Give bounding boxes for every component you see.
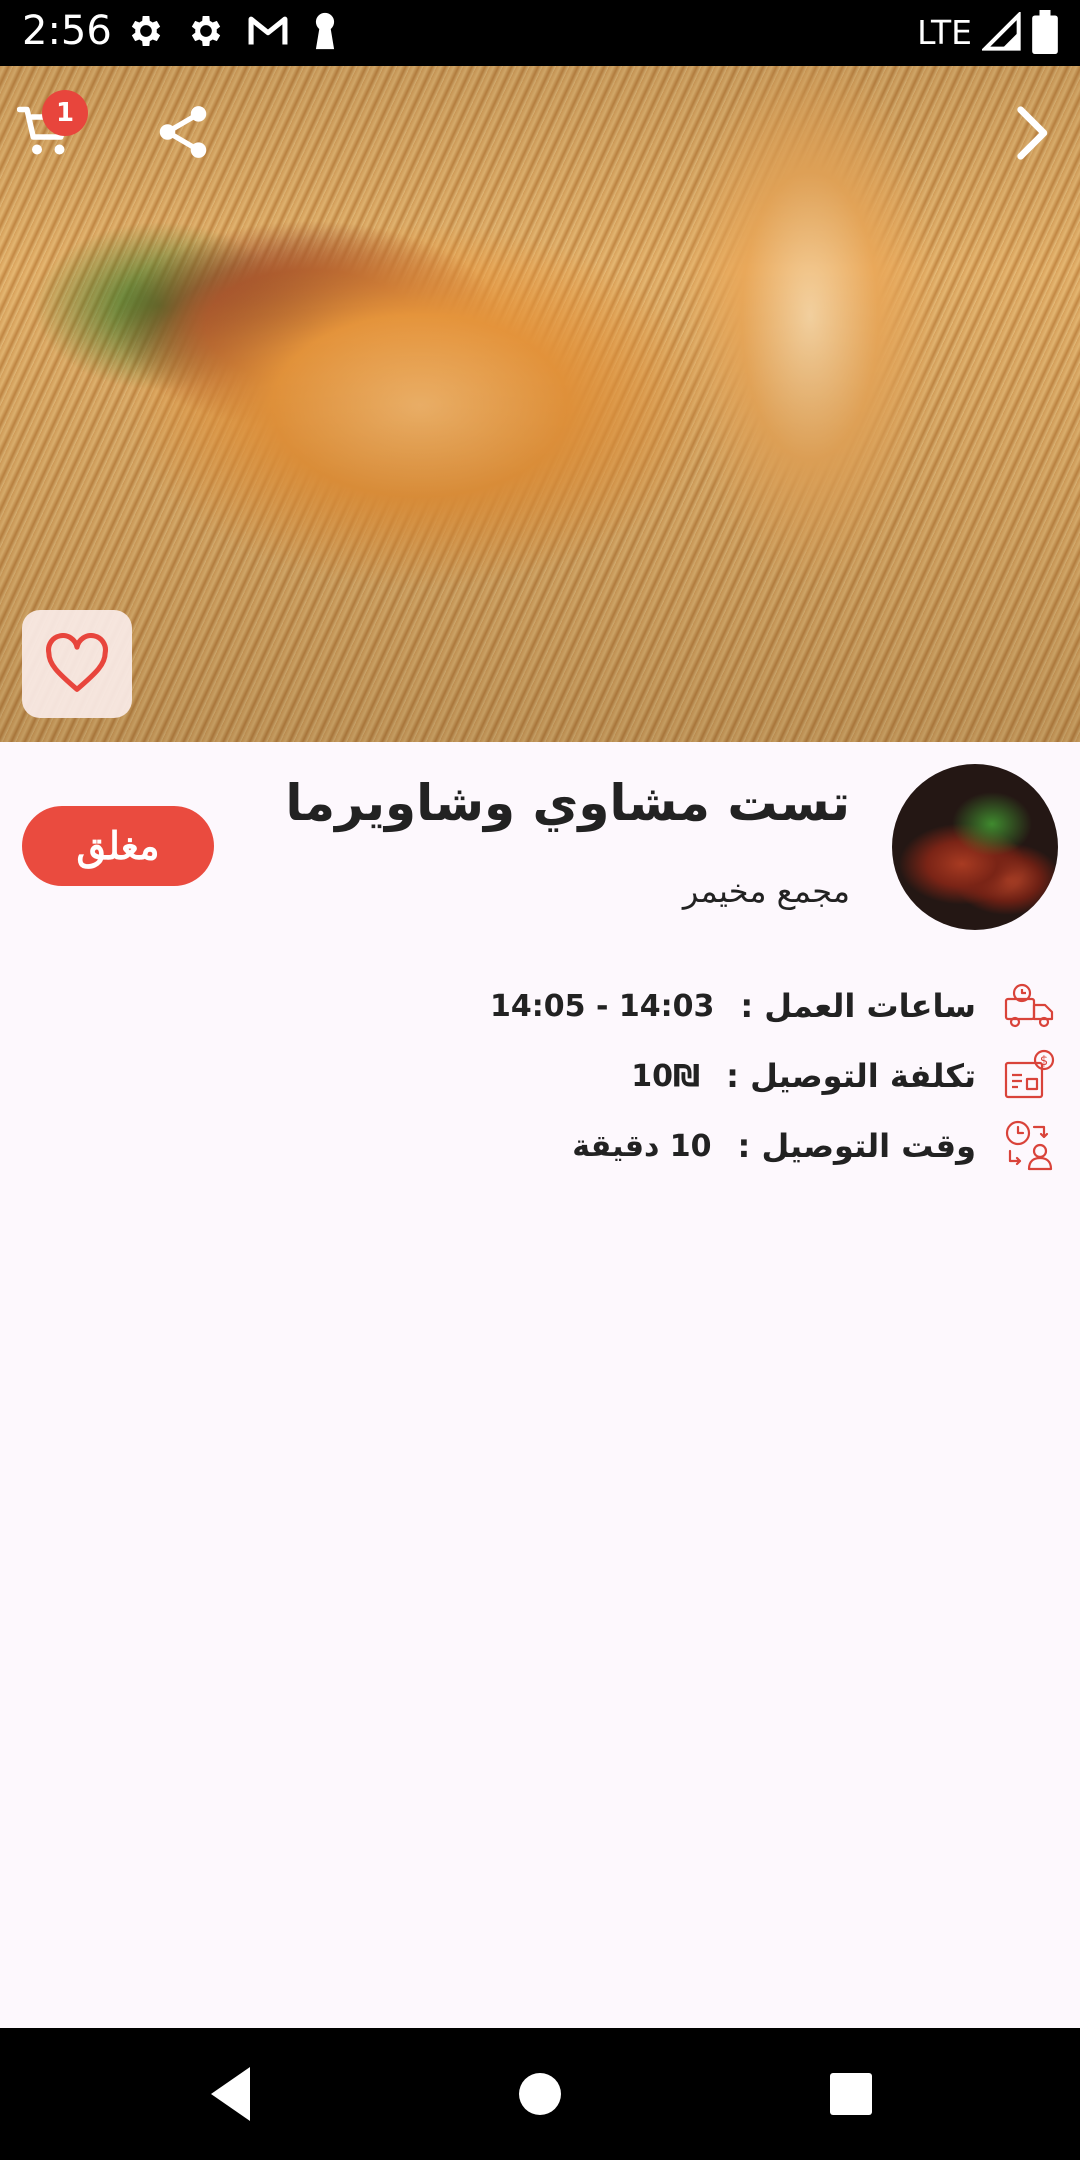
info-row-delivery-cost: $ تكلفة التوصيل : 10₪ [58,1046,1058,1106]
status-system-icons: LTE [917,10,1058,54]
delivery-time-icon [1005,1120,1053,1171]
status-bar: 2:56 LTE [0,0,1080,66]
back-button[interactable] [196,2058,268,2130]
back-icon [211,2067,250,2121]
network-type: LTE [917,12,972,52]
share-icon [159,105,207,158]
settings-icon [191,16,221,46]
settings-icon [131,16,161,46]
delivery-cost-value: 10₪ [631,1058,701,1094]
status-notification-icons [126,11,340,51]
next-button[interactable] [1000,102,1062,164]
favorite-button[interactable] [22,610,132,718]
restaurant-name: تست مشاوي وشاويرما [285,774,850,832]
status-time: 2:56 [22,8,112,54]
delivery-cost-icon: $ [1004,1049,1055,1099]
delivery-truck-icon [1004,983,1054,1028]
recents-button[interactable] [815,2058,887,2130]
svg-text:$: $ [1040,1054,1048,1069]
recents-icon [830,2073,872,2115]
info-row-working-hours: ساعات العمل : 14:03 - 14:05 [58,976,1058,1036]
cover-overlay [0,66,1080,742]
restaurant-logo [892,764,1058,930]
signal-icon [982,12,1021,51]
status-closed-button[interactable]: مغلق [22,806,214,886]
restaurant-cover-image: 1 [0,66,1080,742]
home-icon [519,2073,561,2115]
keyhole-icon [315,12,335,50]
heart-icon [46,633,108,692]
delivery-time-value: 10 دقيقة [572,1128,712,1164]
restaurant-location: مجمع مخيمر [682,872,850,910]
delivery-time-label: وقت التوصيل : [737,1127,976,1165]
working-hours-label: ساعات العمل : [740,987,976,1025]
working-hours-value: 14:03 - 14:05 [490,988,715,1024]
share-button[interactable] [150,100,216,166]
gmail-icon [248,16,288,45]
delivery-cost-label: تكلفة التوصيل : [726,1057,976,1095]
info-row-delivery-time: وقت التوصيل : 10 دقيقة [58,1116,1058,1176]
chevron-right-icon [1017,106,1048,160]
navigation-bar [0,2028,1080,2160]
home-button[interactable] [504,2058,576,2130]
battery-icon [1032,10,1058,54]
cart-count-badge: 1 [42,90,88,136]
